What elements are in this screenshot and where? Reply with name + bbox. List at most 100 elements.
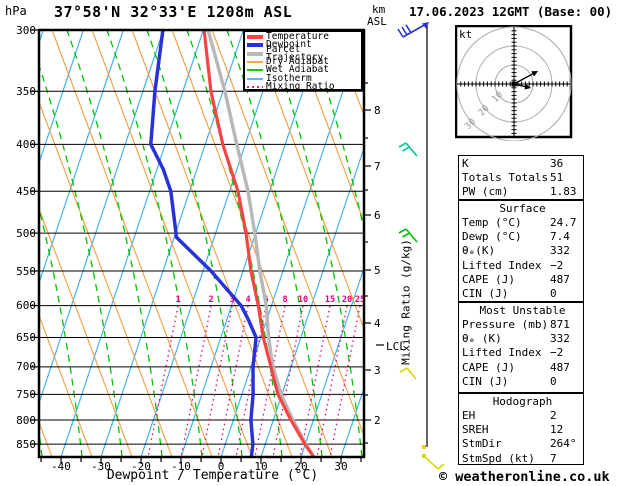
table-header: Most Unstable bbox=[479, 304, 566, 317]
row-value: 7 bbox=[550, 451, 557, 465]
sounding-screenshot: { "header": { "pressure_unit": "hPa", "t… bbox=[0, 0, 629, 486]
copyright: © weatheronline.co.uk bbox=[439, 469, 610, 485]
legend-swatch bbox=[247, 61, 263, 63]
temp-tick-label: -20 bbox=[131, 460, 151, 473]
temp-tick-label: -10 bbox=[171, 460, 191, 473]
km-tick-label: 4 bbox=[374, 316, 381, 330]
row-label: CAPE (J) bbox=[462, 272, 515, 286]
row-label: θₑ (K) bbox=[462, 332, 502, 346]
parcel-trajectory-curve bbox=[206, 30, 316, 457]
table-row: θₑ(K) 332 bbox=[462, 244, 583, 258]
table-row: K 36 bbox=[462, 157, 583, 171]
pressure-gridlines bbox=[39, 90, 364, 445]
table-row: StmSpd (kt) 7 bbox=[462, 452, 583, 466]
row-value: 332 bbox=[550, 244, 570, 258]
mixing-ratio-value: 2 bbox=[208, 295, 213, 305]
pressure-tick-label: 350 bbox=[16, 84, 36, 98]
wind-barb-surface bbox=[422, 445, 445, 470]
asl-label: ASL bbox=[367, 15, 387, 28]
row-label: Totals Totals bbox=[462, 171, 549, 185]
wet-adiabat-line bbox=[587, 30, 629, 457]
row-value: 0 bbox=[550, 287, 557, 301]
row-label: CIN (J) bbox=[462, 374, 509, 388]
wind-barb-7km bbox=[398, 142, 418, 157]
pressure-tick-label: 300 bbox=[16, 23, 36, 37]
row-value: 51 bbox=[550, 171, 564, 185]
pressure-tick-label: 850 bbox=[16, 437, 36, 451]
row-label: Lifted Index bbox=[462, 346, 542, 360]
mixing-ratio-value: 10 bbox=[298, 295, 308, 305]
dry-adiabat-line bbox=[91, 30, 253, 457]
dry-adiabat-line bbox=[291, 30, 364, 224]
mixing-ratio-value: 8 bbox=[282, 295, 287, 305]
table-row: Temp (°C) 24.7 bbox=[462, 216, 583, 230]
table-row: CAPE (J) 487 bbox=[462, 361, 583, 375]
table-row: EH 2 bbox=[462, 409, 583, 423]
temp-tick-label: 30 bbox=[334, 460, 348, 473]
mixing-ratio-line bbox=[329, 306, 361, 457]
pressure-tick-label: 800 bbox=[16, 413, 36, 427]
pressure-tick-label: 700 bbox=[16, 360, 36, 374]
row-value: 0 bbox=[550, 374, 557, 388]
row-value: 487 bbox=[550, 360, 570, 374]
pressure-tick-label: 650 bbox=[16, 330, 36, 344]
row-label: EH bbox=[462, 409, 476, 422]
km-tick-label: 8 bbox=[374, 103, 381, 117]
row-label: SREH bbox=[462, 423, 489, 437]
row-label: PW (cm) bbox=[462, 185, 509, 199]
table-row: Lifted Index −2 bbox=[462, 346, 583, 360]
legend: Temperature Dewpoint Parcel Trajectory Dry … bbox=[243, 30, 363, 91]
indices-table: Surface Temp (°C) 24.7 Dewp (°C) 7.4 θₑ(K) 332… bbox=[458, 200, 584, 302]
table-row: CIN (J) 0 bbox=[462, 375, 583, 389]
pressure-tick-label: 450 bbox=[16, 184, 36, 198]
legend-label: Mixing Ratio bbox=[266, 80, 335, 92]
km-tick-label: 3 bbox=[374, 363, 381, 377]
temp-tick-label: 20 bbox=[294, 460, 308, 473]
row-label: K bbox=[462, 157, 469, 170]
temp-tick-label: 10 bbox=[254, 460, 268, 473]
mixing-ratio-value: 4 bbox=[245, 295, 250, 305]
mixing-ratio-line bbox=[299, 306, 331, 457]
table-row: θₑ (K) 332 bbox=[462, 332, 583, 346]
legend-swatch bbox=[247, 86, 263, 88]
row-label: θₑ(K) bbox=[462, 244, 496, 258]
pressure-tick-label: 600 bbox=[16, 299, 36, 313]
datetime-label: 17.06.2023 12GMT (Base: 00) bbox=[409, 4, 613, 19]
row-label: Lifted Index bbox=[462, 258, 542, 272]
pressure-tick-label: 400 bbox=[16, 137, 36, 151]
row-value: 264° bbox=[550, 437, 577, 451]
indices-table: Hodograph EH 2 SREH 12 StmDir 264° StmSpd (kt) 7 bbox=[458, 393, 584, 465]
mixing-ratio-value: 15 bbox=[325, 295, 335, 305]
mixing-ratio-value: 1 bbox=[175, 295, 180, 305]
row-value: 1.83 bbox=[550, 185, 577, 199]
table-row: CAPE (J) 487 bbox=[462, 273, 583, 287]
row-value: 2 bbox=[550, 409, 557, 422]
hodograph: 102030 bbox=[455, 25, 573, 141]
km-tick-label: 6 bbox=[374, 208, 381, 222]
pressure-tick-label: 500 bbox=[16, 226, 36, 240]
isotherm-line bbox=[300, 266, 364, 457]
row-value: 871 bbox=[550, 318, 570, 331]
table-row: Pressure (mb) 871 bbox=[462, 318, 583, 332]
wet-adiabat-line bbox=[346, 30, 364, 84]
page-title: 37°58'N 32°33'E 1208m ASL bbox=[54, 3, 293, 21]
table-row: Dewp (°C) 7.4 bbox=[462, 230, 583, 244]
wind-barb-300hPa bbox=[397, 22, 429, 38]
mixing-ratio-line bbox=[254, 306, 286, 457]
dry-adiabat-line bbox=[51, 30, 213, 457]
dry-adiabat-line bbox=[39, 100, 173, 457]
row-value: 487 bbox=[550, 272, 570, 286]
mixing-ratio-value: 20 bbox=[342, 295, 352, 305]
mixing-ratio-labels: 1 2 3 4 6 8 10 15 20 25 bbox=[175, 295, 365, 305]
km-tick-label: 7 bbox=[374, 159, 381, 173]
table-row: SREH 12 bbox=[462, 423, 583, 437]
sounding-profiles bbox=[149, 30, 316, 457]
km-tick-label: 2 bbox=[374, 413, 381, 427]
row-value: −2 bbox=[550, 346, 564, 360]
legend-swatch bbox=[247, 43, 263, 48]
legend-item: Mixing Ratio bbox=[247, 80, 361, 92]
row-value: 12 bbox=[550, 423, 564, 437]
legend-swatch bbox=[247, 69, 263, 72]
legend-swatch bbox=[247, 35, 263, 40]
dry-adiabat-line bbox=[211, 30, 364, 438]
